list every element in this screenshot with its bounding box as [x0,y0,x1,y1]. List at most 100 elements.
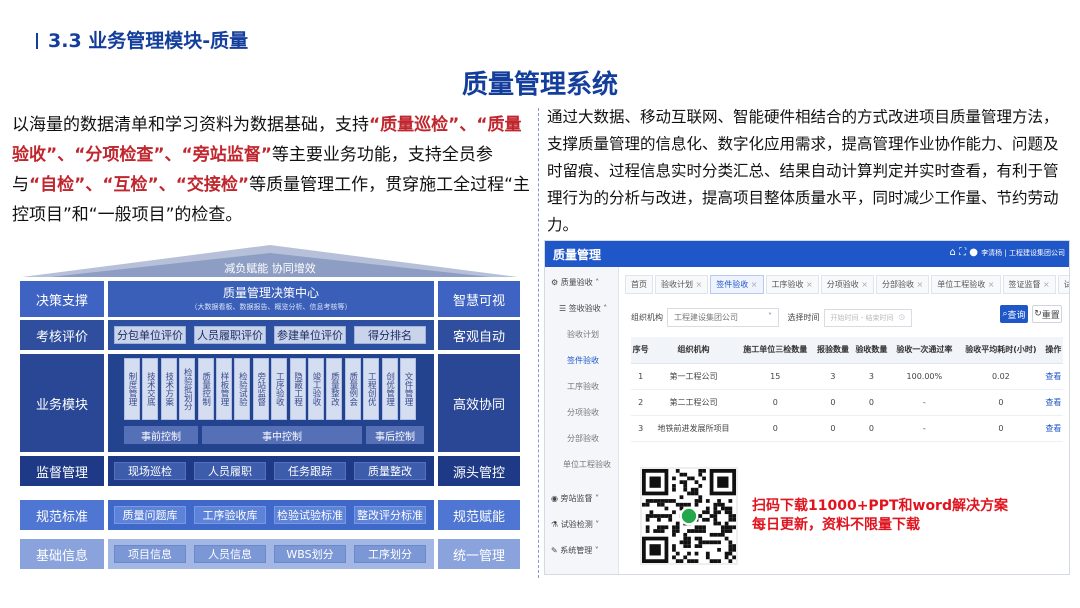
table-cell: 100.00% [890,363,958,390]
promo-text: 扫码下载11000+PPT和word解决方案 每日更新，资料不限量下载 [752,497,1008,535]
reset-button[interactable]: ↻ 重置 [1032,305,1062,323]
view-link[interactable]: 查看 [1043,415,1063,442]
flask-icon: ⚗ [551,520,559,529]
fullscreen-icon[interactable]: ⛶ [959,247,966,258]
qr-code[interactable] [640,467,738,565]
table-cell: 0 [852,415,891,442]
row-left-label: 监督管理 [20,456,104,486]
nav-item[interactable]: ⚗ 试验检测 ˅ [551,519,599,530]
view-link[interactable]: 查看 [1043,389,1063,416]
highlight-term: “自检” [29,175,86,195]
chip: 得分排名 [354,326,426,344]
time-placeholder: 开始时间 - 结束时间 [830,314,894,322]
close-icon[interactable]: × [693,280,703,289]
row-decision: 决策支撑 质量管理决策中心 （大数据看板、数据报告、概览分析、信息考核等） 智慧… [20,281,520,317]
chip: 工序划分 [354,545,426,563]
tab-item[interactable]: 分项验收 × [820,275,874,294]
business-module-chip: 质量例会 [344,358,361,420]
sub-item[interactable]: 单位工程验收 [563,459,611,470]
tab-item[interactable]: 工序验收 × [765,275,819,294]
clock-icon: ◷ [898,313,905,321]
table-cell: 3 [631,415,651,442]
chevron-down-icon: ˅ [768,312,772,321]
chevron-down-icon: ˅ [595,520,600,529]
table-body: 1 第一工程公司 15 3 3 100.00% 0.02 查看 2 第二工程公司 0 0 0-0 查看 3 地… [631,363,1063,442]
nav-quality-acceptance[interactable]: ⚙ 质量验收 ˄ [551,277,599,288]
sub-item[interactable]: 验收计划 [567,329,599,340]
tab-item[interactable]: 分部验收 × [876,275,930,294]
home-icon[interactable]: ⌂ [950,247,956,258]
app-title: 质量管理 [553,248,602,262]
chip: 任务跟踪 [274,462,346,480]
table-cell: 3 [813,363,853,390]
chip: WBS划分 [274,545,346,563]
tab-item[interactable]: 单位工程验收 × [931,275,1001,294]
column-header: 操作 [1043,337,1063,364]
query-label: 查询 [1007,310,1026,321]
chip: 质量问题库 [114,506,186,524]
tab-item[interactable]: 验收计划 × [655,275,709,294]
table-cell: 0.02 [958,363,1044,390]
business-module-chip: 质量整改 [326,358,343,420]
tab-item[interactable]: 签件验收 × [710,275,764,294]
view-link[interactable]: 查看 [1043,363,1063,390]
chevron-up-icon: ˄ [603,304,608,313]
row-right-label: 客观自动 [438,320,520,350]
row-basic-info: 基础信息 项目信息 人员信息 WBS划分 工序划分 统一管理 [20,539,520,569]
close-icon[interactable]: × [914,280,924,289]
org-value: 工程建设集团公司 [674,313,738,322]
chip: 质量整改 [354,462,426,480]
row-right-label: 统一管理 [438,539,520,569]
table-cell: 0 [852,389,891,416]
table-cell: 0 [813,415,853,442]
control-phase: 事前控制 [124,426,198,444]
close-icon[interactable]: × [985,280,995,289]
close-icon[interactable]: × [859,280,868,289]
separator: 、 [164,145,182,165]
sub-item[interactable]: 工序验收 [567,381,599,392]
chevron-down-icon: ˅ [594,546,599,555]
business-module-chip: 检验试验 [234,358,251,420]
close-icon[interactable]: × [804,280,813,289]
evaluation-band: 分包单位评价 人员履职评价 参建单位评价 得分排名 [108,320,434,350]
sub-item-active[interactable]: 签件验收 [567,355,599,366]
org-select[interactable]: 工程建设集团公司 ˅ [667,308,779,327]
app-header: 质量管理 ⌂ ⛶ ● 李清杨 | 工程建设集团公司 [545,241,1069,267]
sub-item[interactable]: 分项验收 [567,407,599,418]
refresh-icon: ↻ [1034,309,1042,319]
nav-item[interactable]: ◉ 旁站监督 ˅ [551,493,599,504]
tab-item[interactable]: 签证监督 × [1002,275,1056,294]
close-icon[interactable]: × [1041,280,1050,289]
tab-label: 签件验收 [716,280,749,289]
tab-item[interactable]: 首页 [625,275,653,294]
table-cell: 2 [631,389,651,416]
row-right-label: 源头管控 [438,456,520,486]
tab-label: 试验检测 [1064,280,1069,289]
time-label: 选择时间 [787,313,820,322]
tab-label: 单位工程验收 [937,280,986,289]
table-cell: 3 [852,363,891,390]
promo-line: 扫码下载11000+PPT和word解决方案 [752,498,1008,514]
user-name[interactable]: 李清杨 | 工程建设集团公司 [981,249,1065,257]
table-cell: 第二工程公司 [650,389,737,416]
table-row: 2 第二工程公司 0 0 0-0 查看 [631,389,1063,416]
chip: 参建单位评价 [274,326,346,344]
avatar-icon[interactable]: ● [969,247,978,258]
query-button[interactable]: ⌕ 查询 [1000,305,1028,323]
chip: 整改评分标准 [354,506,426,524]
highlight-term: “互检” [102,175,159,195]
section-heading: 3.3 业务管理模块-质量 [36,26,248,53]
nav-group[interactable]: ☰ 签收验收 ˄ [559,303,607,314]
column-header: 序号 [631,337,651,364]
sub-item[interactable]: 分部验收 [567,433,599,444]
gear-icon: ⚙ [551,278,559,287]
time-range-input[interactable]: 开始时间 - 结束时间 ◷ [823,309,912,327]
business-module-chip: 工序验收 [271,358,288,420]
org-label: 组织机构 [631,313,663,322]
nav-item[interactable]: ✎ 系统管理 ˅ [551,545,599,556]
nav-label: 质量验收 [560,278,593,287]
row-left-label: 规范标准 [20,500,104,530]
close-icon[interactable]: × [748,280,758,289]
business-module-chip: 技术方案 [160,358,177,420]
tab-item[interactable]: 试验检测 × [1057,275,1069,294]
